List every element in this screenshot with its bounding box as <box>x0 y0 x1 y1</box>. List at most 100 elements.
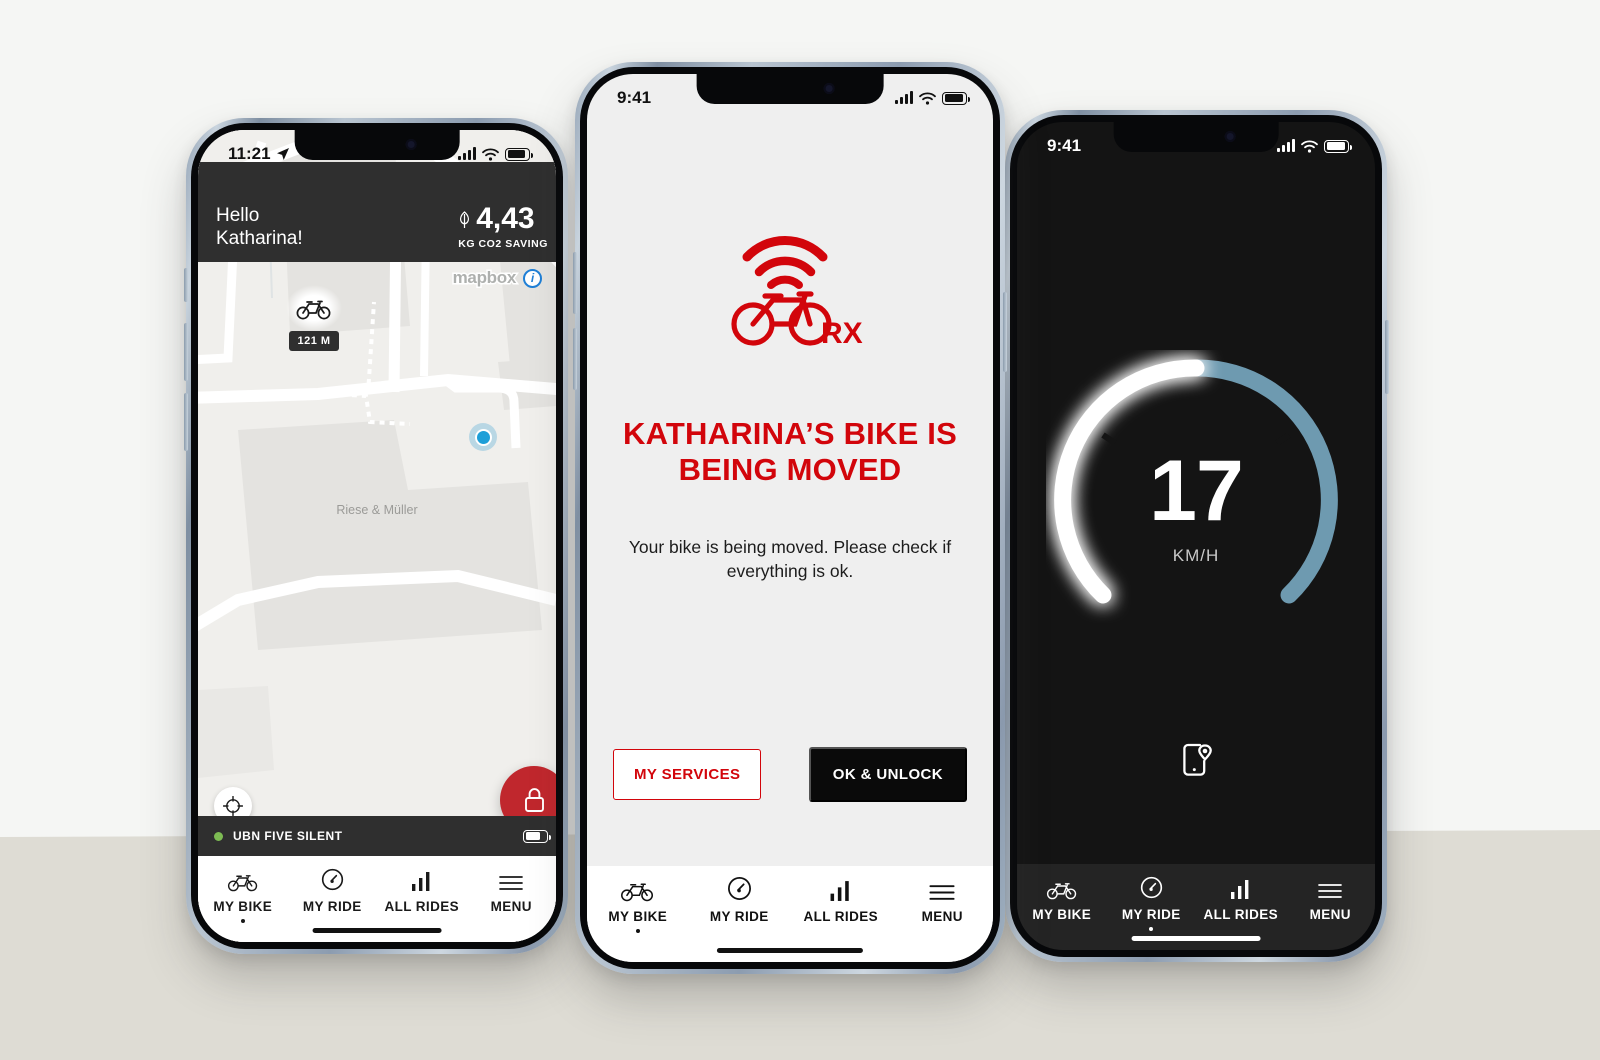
front-camera <box>1224 131 1236 142</box>
bar-chart-icon <box>1229 874 1253 900</box>
svg-text:RX: RX <box>821 317 863 350</box>
battery-icon <box>505 147 533 161</box>
tab-label: MY RIDE <box>1121 907 1181 922</box>
mapbox-logo-text: mapbox <box>451 267 518 289</box>
phone-screen: mapbox i 121 M Riese & Müller Hello Kath… <box>198 130 556 942</box>
tab-menu[interactable]: MENU <box>1286 874 1376 922</box>
wifi-icon <box>482 147 499 161</box>
home-indicator[interactable] <box>716 948 864 953</box>
bike-distance-badge: 121 M <box>289 331 339 351</box>
battery-icon <box>1324 139 1352 153</box>
tab-my-bike[interactable]: MY BIKE <box>587 876 689 933</box>
tab-label: MY BIKE <box>608 909 668 924</box>
bicycle-icon <box>1046 874 1078 900</box>
tab-label: MY BIKE <box>213 899 273 914</box>
phone-volume-up-button[interactable] <box>184 323 188 381</box>
user-location-dot <box>469 423 497 451</box>
tab-all-rides[interactable]: ALL RIDES <box>790 876 892 924</box>
phone-side-button[interactable] <box>1385 320 1389 394</box>
phone-notch <box>294 130 460 160</box>
tab-all-rides[interactable]: ALL RIDES <box>377 866 467 914</box>
bar-chart-icon <box>410 866 434 892</box>
alert-actions: MY SERVICES OK & UNLOCK <box>613 747 967 802</box>
bike-map-marker[interactable]: 121 M <box>286 285 342 351</box>
wifi-icon <box>919 91 936 105</box>
phone-notch <box>696 74 884 104</box>
bicycle-icon <box>296 300 331 320</box>
tab-label: MENU <box>490 899 532 914</box>
bike-marker-halo <box>286 285 342 331</box>
hamburger-icon <box>928 876 956 902</box>
hamburger-icon <box>498 866 524 892</box>
speedometer-icon <box>726 876 753 902</box>
tab-menu[interactable]: MENU <box>892 876 994 924</box>
tab-label: ALL RIDES <box>803 909 879 924</box>
connection-status-dot <box>214 831 223 841</box>
tab-label: MY RIDE <box>302 899 362 914</box>
co2-value: 4,43 <box>476 202 535 235</box>
map-place-label: Riese & Müller <box>336 503 418 517</box>
location-arrow-icon <box>276 148 289 160</box>
phone-side-button[interactable] <box>184 268 188 302</box>
phone-volume-down-button[interactable] <box>184 393 188 451</box>
phone-side-button[interactable] <box>1003 292 1007 372</box>
tab-my-ride[interactable]: MY RIDE <box>288 866 378 914</box>
crosshair-icon <box>223 796 243 816</box>
speedometer-icon <box>1139 874 1164 900</box>
status-right <box>458 147 533 161</box>
greeting-banner: Hello Katharina! 4,43 KG CO2 SAVING <box>198 162 556 262</box>
cellular-signal-icon <box>895 91 913 104</box>
phone-ride-speed-screen: 17 KM/H MY BIKE MY RIDE ALL RIDES MENU 9… <box>1005 110 1389 962</box>
mapbox-attribution[interactable]: mapbox i <box>451 267 542 289</box>
tab-active-dot <box>635 929 640 933</box>
phone-screen: RX KATHARINA’S BIKE IS BEING MOVED Your … <box>587 74 993 962</box>
phone-volume-up-button[interactable] <box>573 252 577 314</box>
tab-my-ride[interactable]: MY RIDE <box>689 876 791 924</box>
greeting-text: Hello Katharina! <box>216 204 303 250</box>
phone-locate-button[interactable] <box>1179 742 1213 783</box>
speed-gauge: 17 KM/H <box>1046 350 1346 650</box>
tab-label: ALL RIDES <box>1203 907 1279 922</box>
alert-content: RX KATHARINA’S BIKE IS BEING MOVED Your … <box>587 74 993 962</box>
tab-menu[interactable]: MENU <box>467 866 557 914</box>
tab-label: MY RIDE <box>709 909 769 924</box>
bike-battery-icon <box>523 829 551 843</box>
tab-all-rides[interactable]: ALL RIDES <box>1196 874 1286 922</box>
status-time: 9:41 <box>1047 136 1082 155</box>
bike-rx-logo: RX <box>695 224 885 364</box>
speedometer-icon <box>320 866 345 892</box>
bike-name: UBN FIVE SILENT <box>233 829 343 843</box>
tab-my-bike[interactable]: MY BIKE <box>198 866 288 923</box>
speed-value: 17 <box>1149 443 1244 539</box>
bicycle-icon <box>227 866 259 892</box>
phone-notch <box>1113 122 1279 152</box>
status-right <box>895 91 970 105</box>
tab-my-bike[interactable]: MY BIKE <box>1017 874 1107 922</box>
bike-status-left: UBN FIVE SILENT <box>214 829 343 843</box>
my-services-button[interactable]: MY SERVICES <box>613 749 762 800</box>
battery-icon <box>942 91 970 105</box>
front-camera <box>405 139 417 150</box>
greeting-line-2: Katharina! <box>216 227 303 249</box>
home-indicator[interactable] <box>1131 936 1261 941</box>
greeting-line-1: Hello <box>216 204 260 226</box>
status-left: 11:21 <box>228 144 290 164</box>
phone-map-screen: mapbox i 121 M Riese & Müller Hello Kath… <box>184 118 568 954</box>
tab-label: MY BIKE <box>1032 907 1092 922</box>
speed-unit: KM/H <box>1172 546 1220 565</box>
leaf-icon <box>460 210 470 228</box>
phone-volume-down-button[interactable] <box>573 328 577 390</box>
co2-value-row: 4,43 <box>458 204 548 234</box>
home-indicator[interactable] <box>312 928 442 933</box>
phone-screen: 17 KM/H MY BIKE MY RIDE ALL RIDES MENU 9… <box>1017 122 1375 950</box>
map-info-icon[interactable]: i <box>523 268 542 288</box>
wifi-icon <box>1301 139 1318 153</box>
tab-label: ALL RIDES <box>384 899 460 914</box>
status-right <box>1277 139 1352 153</box>
bike-status-bar[interactable]: UBN FIVE SILENT <box>198 816 556 856</box>
tab-my-ride[interactable]: MY RIDE <box>1107 874 1197 931</box>
phone-location-icon <box>1183 743 1212 776</box>
ok-unlock-button[interactable]: OK & UNLOCK <box>808 747 967 802</box>
lock-icon <box>524 788 544 812</box>
status-left: 9:41 <box>617 88 651 108</box>
